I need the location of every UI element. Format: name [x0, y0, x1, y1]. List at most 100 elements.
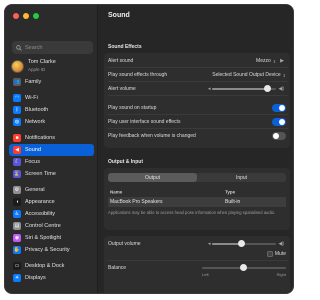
sidebar-item-label: Notifications	[25, 135, 55, 141]
sidebar-item-screen-time[interactable]: ⌛ Screen Time	[9, 168, 94, 180]
feedback-row: Play feedback when volume is changed	[104, 130, 290, 142]
sidebar-item-appearance[interactable]: ◑ Appearance	[9, 196, 94, 208]
sidebar-item-privacy-security[interactable]: ✋ Privacy & Security	[9, 244, 94, 256]
ui-effects-label: Play user interface sound effects	[108, 119, 181, 125]
search-placeholder: Search	[25, 44, 43, 51]
play-through-value: Selected Sound Output Device	[212, 72, 281, 78]
general-icon: ⚙	[13, 186, 21, 194]
sidebar-item-accessibility[interactable]: ♿ Accessibility	[9, 208, 94, 220]
alert-sound-value: Mezzo	[256, 58, 271, 64]
user-subtitle: Apple ID	[28, 67, 46, 72]
alert-volume-slider[interactable]	[212, 85, 277, 93]
balance-right-label: Right	[276, 272, 286, 277]
sidebar-item-label: Siri & Spotlight	[25, 235, 62, 241]
sidebar-item-bluetooth[interactable]: ᛒ Bluetooth	[9, 104, 94, 116]
sidebar-item-label: Screen Time	[25, 171, 56, 177]
search-input[interactable]: Search	[12, 41, 93, 54]
screen-time-icon: ⌛	[13, 170, 21, 178]
sidebar: Search Tom Clarke Apple ID 👥 Family ◠ Wi-Fi…	[5, 5, 98, 293]
sidebar-item-family[interactable]: 👥 Family	[9, 76, 94, 88]
table-row[interactable]: MacBook Pro Speakers Built-in	[108, 197, 286, 207]
sidebar-item-label: Sound	[25, 147, 41, 153]
sidebar-item-siri-spotlight[interactable]: ◉ Siri & Spotlight	[9, 232, 94, 244]
sidebar-item-label: Appearance	[25, 199, 55, 205]
alert-sound-select[interactable]: Mezzo ⇕ ▶	[256, 58, 286, 64]
sidebar-item-label: Bluetooth	[25, 107, 49, 113]
tab-input[interactable]: Input	[197, 173, 286, 182]
alert-sound-label: Alert sound	[108, 58, 134, 64]
divider	[108, 128, 288, 129]
column-header-name[interactable]: Name	[110, 190, 122, 195]
divider	[108, 114, 288, 115]
startup-label: Play sound on startup	[108, 105, 157, 111]
sidebar-item-notifications[interactable]: ■ Notifications	[9, 132, 94, 144]
network-icon: ◍	[13, 118, 21, 126]
sidebar-item-control-centre[interactable]: ▤ Control Centre	[9, 220, 94, 232]
slider-thumb[interactable]	[264, 85, 272, 92]
appearance-icon: ◑	[13, 198, 21, 206]
ui-effects-row: Play user interface sound effects	[104, 116, 290, 128]
avatar	[11, 59, 24, 73]
page-title: Sound	[108, 12, 130, 19]
sidebar-item-desktop-dock[interactable]: ▭ Desktop & Dock	[9, 260, 94, 272]
sidebar-item-label: Wi-Fi	[25, 95, 38, 101]
settings-window: Search Tom Clarke Apple ID 👥 Family ◠ Wi-Fi…	[4, 4, 294, 294]
sidebar-item-label: Accessibility	[25, 211, 55, 217]
alert-sound-row: Alert sound Mezzo ⇕ ▶	[104, 55, 290, 67]
desktop-dock-icon: ▭	[13, 262, 21, 270]
main-pane: Sound Sound Effects Alert sound Mezzo ⇕ …	[99, 5, 293, 293]
close-button[interactable]	[13, 13, 19, 19]
sidebar-item-label: Control Centre	[25, 223, 61, 229]
sidebar-item-label: Privacy & Security	[25, 247, 70, 253]
notifications-icon: ■	[13, 134, 21, 142]
user-name: Tom Clarke	[28, 59, 56, 65]
startup-toggle[interactable]	[272, 104, 286, 112]
tab-output[interactable]: Output	[108, 173, 197, 182]
slider-thumb[interactable]	[238, 240, 246, 247]
mute-checkbox-group[interactable]: Mute	[266, 251, 286, 257]
focus-icon: ☾	[13, 158, 21, 166]
wifi-icon: ◠	[13, 94, 21, 102]
sidebar-item-network[interactable]: ◍ Network	[9, 116, 94, 128]
balance-left-label: Left	[202, 272, 209, 277]
sidebar-item-displays[interactable]: ☀ Displays	[9, 272, 94, 284]
window-controls	[13, 13, 39, 19]
sidebar-item-wi-fi[interactable]: ◠ Wi-Fi	[9, 92, 94, 104]
sidebar-item-focus[interactable]: ☾ Focus	[9, 156, 94, 168]
ui-effects-toggle[interactable]	[272, 118, 286, 126]
spatial-audio-note: Applications may be able to access head …	[108, 210, 276, 215]
device-table-header: Name Type	[108, 188, 286, 196]
balance-scale: Left Right	[104, 271, 290, 278]
sidebar-item-label: Focus	[25, 159, 40, 165]
sidebar-item-sound[interactable]: ◀ Sound	[9, 144, 94, 156]
speaker-low-icon: ◂	[207, 86, 211, 92]
search-icon	[16, 44, 22, 51]
displays-icon: ☀	[13, 274, 21, 282]
sidebar-item-label: General	[25, 187, 45, 193]
minimize-button[interactable]	[23, 13, 29, 19]
alert-volume-row: Alert volume ◂ ◀)	[104, 83, 290, 95]
output-volume-label: Output volume	[108, 241, 141, 247]
slider-thumb[interactable]	[240, 264, 247, 271]
play-through-select[interactable]: Selected Sound Output Device ⇕	[212, 72, 286, 78]
sidebar-item-label: Family	[25, 79, 42, 85]
bluetooth-icon: ᛒ	[13, 106, 21, 114]
sound-icon: ◀	[13, 146, 21, 154]
section-sound-effects: Sound Effects	[108, 44, 142, 50]
chevron-updown-icon: ⇕	[282, 72, 286, 78]
mute-checkbox[interactable]	[266, 251, 273, 257]
apple-id-account[interactable]: Tom Clarke Apple ID	[11, 59, 56, 73]
column-header-type[interactable]: Type	[225, 190, 235, 195]
zoom-button[interactable]	[33, 13, 39, 19]
output-input-segmented: Output Input	[108, 173, 286, 182]
sidebar-nav: 👥 Family ◠ Wi-Fi ᛒ Bluetooth ◍ Network ■ Notifica…	[9, 76, 94, 284]
divider	[108, 67, 288, 68]
feedback-toggle[interactable]	[272, 132, 286, 140]
divider	[108, 95, 288, 96]
output-volume-slider[interactable]	[212, 240, 277, 248]
speaker-high-icon: ◀)	[278, 241, 284, 247]
startup-row: Play sound on startup	[104, 102, 290, 114]
play-icon[interactable]: ▶	[280, 58, 284, 64]
sidebar-item-general[interactable]: ⚙ General	[9, 184, 94, 196]
play-through-label: Play sound effects through	[108, 72, 168, 78]
